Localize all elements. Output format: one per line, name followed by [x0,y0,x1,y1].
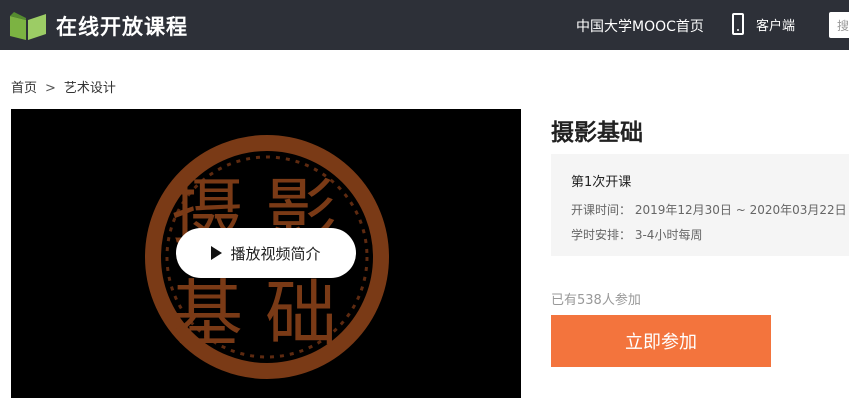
hours-row: 学时安排： 3-4小时每周 [571,226,849,243]
book-logo-icon [10,12,46,40]
hours-value: 3-4小时每周 [634,228,703,242]
course-title: 摄影基础 [551,120,643,146]
play-label: 播放视频简介 [230,244,321,263]
client-download-link[interactable]: 客户端 [732,13,795,35]
search-input[interactable]: 搜 [829,12,849,38]
video-player[interactable]: 摄 影 基 础 播放视频简介 [11,109,521,398]
mobile-phone-icon [732,13,744,35]
breadcrumb-separator: > [45,81,56,96]
site-logo[interactable]: 在线开放课程 [10,11,188,41]
breadcrumb-home[interactable]: 首页 [11,81,37,96]
top-navbar: 在线开放课程 中国大学MOOC首页 客户端 搜 [0,0,849,50]
seal-char-4: 础 [265,272,337,356]
schedule-value: 2019年12月30日 ~ 2020年03月22日 [634,203,847,217]
seal-char-3: 基 [171,272,243,356]
join-button[interactable]: 立即参加 [551,315,771,367]
schedule-label: 开课时间： [571,203,632,217]
play-icon [211,246,223,260]
breadcrumb-category[interactable]: 艺术设计 [64,81,116,96]
hours-label: 学时安排： [571,228,632,242]
term-info-panel: 第1次开课 开课时间： 2019年12月30日 ~ 2020年03月22日 学时… [551,154,849,256]
play-intro-button[interactable]: 播放视频简介 [176,228,356,278]
schedule-row: 开课时间： 2019年12月30日 ~ 2020年03月22日 [571,201,849,218]
site-name: 在线开放课程 [56,15,188,39]
mooc-home-link[interactable]: 中国大学MOOC首页 [576,16,704,36]
enrolled-count: 已有538人参加 [551,293,641,308]
client-label: 客户端 [756,18,796,34]
term-label: 第1次开课 [571,175,632,190]
breadcrumb: 首页 > 艺术设计 [11,77,116,96]
